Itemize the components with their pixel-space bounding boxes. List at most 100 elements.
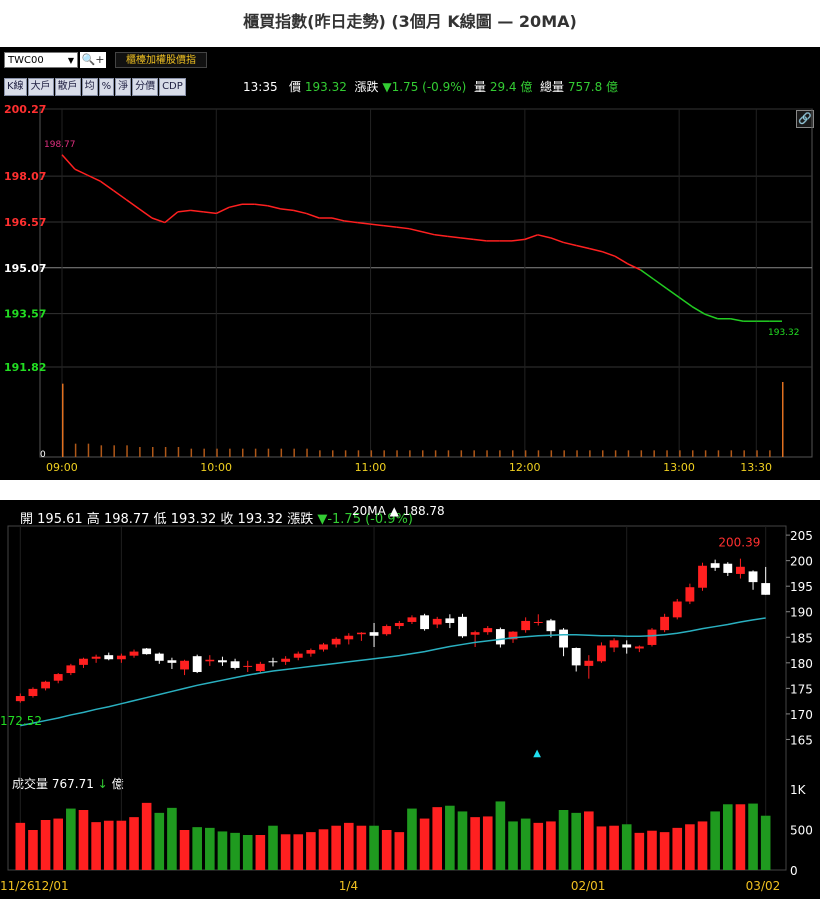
kline-ytick-label: 200 (790, 555, 813, 569)
intraday-ytick-label: 195.07 (4, 262, 46, 275)
volume-bar (62, 383, 64, 457)
candle-body (584, 660, 594, 666)
price-line-segment (331, 217, 346, 222)
volume-bar (116, 820, 127, 870)
volume-bar (499, 450, 501, 457)
candle-body (647, 629, 657, 645)
vol-ytick-label: 500 (790, 824, 813, 838)
price-line-segment (588, 247, 603, 253)
volume-bar (66, 808, 76, 870)
volume-bar (280, 448, 283, 457)
volume-bar (447, 450, 450, 457)
candle-body (53, 674, 63, 681)
candle-body (634, 646, 644, 649)
volume-bar (357, 450, 360, 457)
volume-bar (177, 447, 180, 457)
volume-bar (319, 450, 321, 457)
price-line-segment (678, 296, 693, 308)
price-line-segment (550, 237, 564, 244)
volume-bar (164, 447, 167, 457)
volume-bar (508, 821, 518, 870)
kline-chart: 205 200 195 190 185 180 175 170 165 11/26 12/01 1/4… (0, 525, 813, 893)
candle-body (255, 663, 265, 671)
volume-bar (409, 450, 411, 457)
price-line-segment (370, 223, 384, 227)
volume-bar (634, 832, 645, 870)
volume-bar (782, 382, 784, 457)
candle-body (685, 587, 695, 602)
volume-bar (100, 445, 103, 457)
candle-body (41, 681, 51, 689)
volume-bar (457, 811, 468, 870)
candle-body (609, 640, 619, 648)
price-line-segment (730, 318, 744, 322)
volume-bar (332, 450, 334, 457)
candle-body (470, 632, 480, 635)
volume-bar (672, 827, 683, 870)
price-line-segment (112, 189, 127, 201)
volume-bar (242, 448, 244, 457)
price-line-segment (524, 234, 538, 241)
volume-bar (217, 831, 228, 870)
price-line-segment (434, 234, 448, 238)
volume-bar (735, 804, 746, 870)
price-line-segment (576, 244, 590, 250)
volume-bar (28, 830, 38, 870)
kline-xtick-label: 11/26 (0, 879, 35, 893)
kline-ytick-label: 175 (790, 682, 813, 696)
kline-ytick-label: 185 (790, 631, 813, 645)
candle-body (91, 656, 101, 659)
volume-bar (434, 450, 437, 457)
vol-ytick-label: 1K (790, 783, 807, 797)
kline-ytick-label: 190 (790, 606, 813, 620)
volume-bar (179, 830, 190, 870)
price-line-segment (601, 250, 616, 257)
candle-body (735, 566, 745, 574)
volume-bar (87, 443, 90, 457)
volume-bar (666, 450, 668, 457)
volume-bar (704, 450, 707, 457)
volume-bar (293, 448, 295, 457)
candle-body (116, 655, 126, 660)
volume-bar (520, 818, 531, 870)
intraday-ytick-label: 193.57 (4, 308, 46, 321)
price-line-segment (100, 180, 114, 192)
volume-bar (126, 445, 128, 457)
volume-bar (306, 448, 308, 457)
volume-bar (394, 832, 405, 870)
intraday-xtick-label: 12:00 (509, 461, 541, 474)
intraday-ytick-label: 198.07 (4, 170, 46, 183)
candle-body (748, 571, 758, 583)
volume-bar (470, 817, 480, 870)
candle-body (432, 618, 442, 625)
candle-body (129, 651, 139, 656)
price-line-segment (473, 238, 487, 242)
intraday-xtick-label: 09:00 (46, 461, 78, 474)
volume-bar (584, 811, 594, 870)
candle-body (66, 665, 76, 674)
kline-frame (7, 525, 787, 871)
volume-bar (229, 448, 231, 457)
candle-body (660, 616, 670, 631)
intraday-frame (39, 108, 813, 458)
volume-bar (679, 450, 681, 457)
volume-bar (546, 821, 556, 870)
volume-bar (103, 820, 114, 870)
candle-body (710, 563, 720, 568)
volume-bar (432, 807, 443, 870)
kline-xtick-label: 03/02 (746, 879, 781, 893)
candle-body (420, 615, 430, 630)
candle-body (331, 638, 341, 645)
volume-bar (268, 825, 278, 870)
price-line-segment (396, 226, 410, 230)
volume-bar (614, 450, 617, 457)
candle-body (369, 632, 379, 636)
volume-bar (242, 835, 253, 870)
intraday-xtick-label: 10:00 (200, 461, 232, 474)
candle-body (293, 653, 303, 658)
candle-body (79, 658, 88, 665)
kline-ytick-label: 165 (790, 733, 813, 747)
candle-body (559, 629, 568, 648)
price-line-segment (421, 231, 436, 236)
candle-body (356, 632, 366, 635)
